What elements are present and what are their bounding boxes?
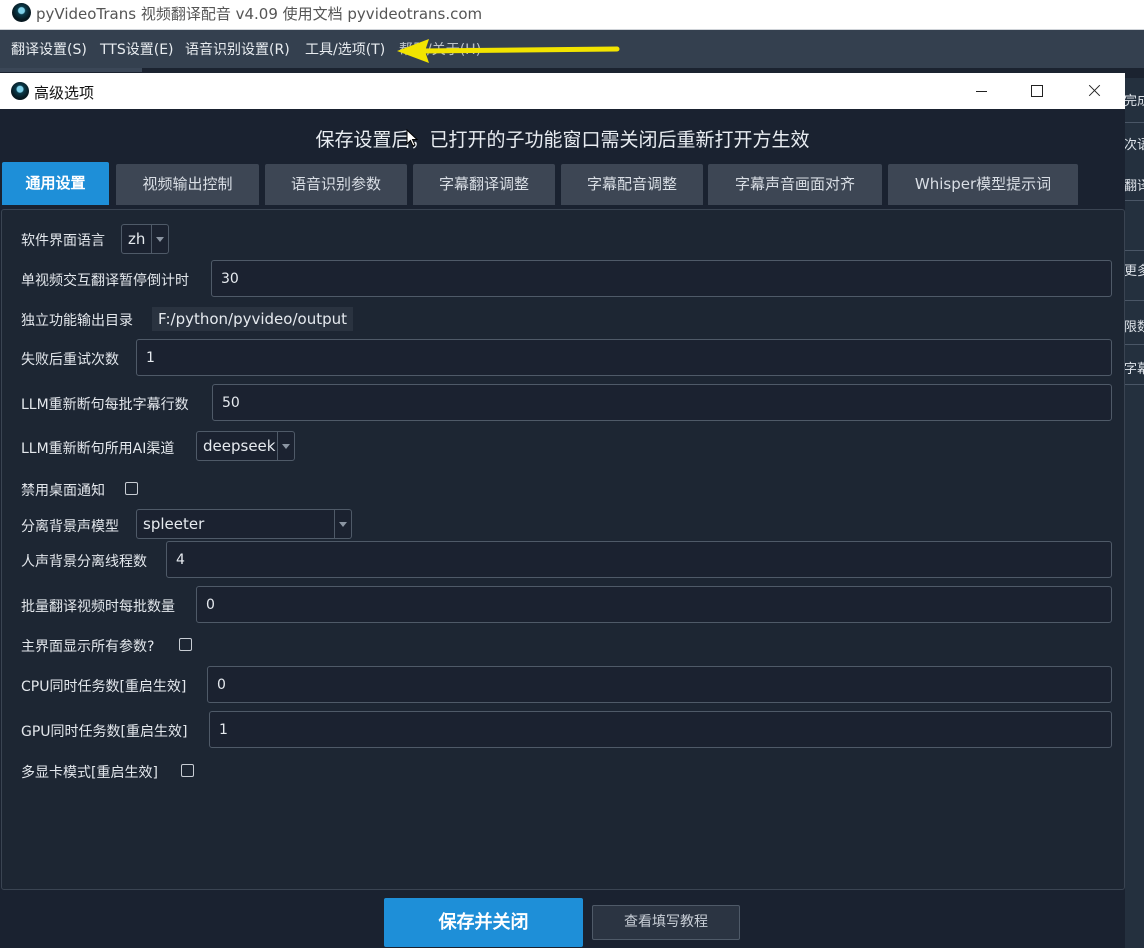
llm-batch-label: LLM重新断句每批字幕行数 (21, 397, 189, 413)
tab-whisper-prompt[interactable]: Whisper模型提示词 (888, 164, 1078, 205)
save-and-close-button[interactable]: 保存并关闭 (384, 898, 583, 947)
llm-channel-label: LLM重新断句所用AI渠道 (21, 441, 175, 457)
dialog-titlebar: 高级选项 (0, 73, 1125, 109)
main-window-right-edge: 完成 次语 翻译 更多 限数 字幕 (1122, 78, 1144, 948)
separation-threads-input[interactable]: 4 (166, 541, 1112, 578)
menu-tts-settings[interactable]: TTS设置(E) (100, 39, 174, 59)
tab-asr-params[interactable]: 语音识别参数 (265, 164, 407, 205)
tab-av-alignment[interactable]: 字幕声音画面对齐 (708, 164, 882, 205)
gpu-tasks-input[interactable]: 1 (209, 711, 1112, 748)
tab-video-output[interactable]: 视频输出控制 (116, 164, 259, 205)
menu-translation-settings[interactable]: 翻译设置(S) (11, 39, 87, 59)
retry-input[interactable]: 1 (136, 339, 1112, 376)
separation-threads-row: 人声背景分离线程数 4 (21, 541, 1112, 578)
retry-row: 失败后重试次数 1 (21, 339, 1112, 376)
dialog-title: 高级选项 (34, 84, 95, 102)
countdown-row: 单视频交互翻译暂停倒计时 30 (21, 260, 1112, 297)
cpu-tasks-label: CPU同时任务数[重启生效] (21, 679, 187, 695)
tab-general[interactable]: 通用设置 (2, 162, 109, 205)
disable-notify-checkbox[interactable] (125, 482, 138, 495)
countdown-input[interactable]: 30 (211, 260, 1112, 297)
ui-language-label: 软件界面语言 (21, 233, 105, 249)
minimize-icon[interactable] (952, 73, 1010, 109)
main-window-title: pyVideoTrans 视频翻译配音 v4.09 使用文档 pyvideotr… (36, 5, 483, 23)
mouse-cursor-icon (406, 129, 418, 147)
menu-tools-options[interactable]: 工具/选项(T) (305, 39, 385, 59)
multi-gpu-checkbox[interactable] (181, 764, 194, 777)
output-dir-label: 独立功能输出目录 (21, 313, 133, 329)
restart-notice: 保存设置后，已打开的子功能窗口需关闭后重新打开方生效 (315, 129, 810, 151)
separation-model-label: 分离背景声模型 (21, 519, 119, 535)
advanced-options-dialog: 高级选项 保存设置后，已打开的子功能窗口需关闭后重新打开方生效 通用设置 视频输… (0, 73, 1125, 948)
app-logo-icon (12, 3, 31, 22)
main-menubar: 翻译设置(S) TTS设置(E) 语音识别设置(R) 工具/选项(T) 帮助/关… (0, 30, 1144, 68)
show-all-params-checkbox[interactable] (179, 638, 192, 651)
chevron-down-icon (334, 510, 351, 538)
separation-model-select[interactable]: spleeter (136, 509, 352, 539)
gpu-tasks-label: GPU同时任务数[重启生效] (21, 724, 188, 740)
gpu-tasks-row: GPU同时任务数[重启生效] 1 (21, 711, 1112, 748)
batch-count-label: 批量翻译视频时每批数量 (21, 599, 175, 615)
right-fragment: 字幕 (1124, 362, 1144, 377)
view-tutorial-button[interactable]: 查看填写教程 (592, 905, 740, 940)
batch-count-input[interactable]: 0 (196, 586, 1112, 623)
menu-help-about[interactable]: 帮助/关于(H) (399, 39, 481, 59)
menu-asr-settings[interactable]: 语音识别设置(R) (185, 39, 290, 59)
right-fragment: 限数 (1124, 320, 1144, 335)
close-icon[interactable] (1066, 73, 1124, 109)
llm-batch-row: LLM重新断句每批字幕行数 50 (21, 384, 1112, 421)
output-dir-path[interactable]: F:/python/pyvideo/output (152, 307, 353, 331)
tab-subtitle-translation[interactable]: 字幕翻译调整 (413, 164, 555, 205)
countdown-label: 单视频交互翻译暂停倒计时 (21, 273, 189, 289)
right-fragment: 翻译 (1124, 179, 1144, 194)
chevron-down-icon (277, 432, 294, 460)
cpu-tasks-row: CPU同时任务数[重启生效] 0 (21, 666, 1112, 703)
maximize-icon[interactable] (1008, 73, 1066, 109)
show-all-params-label: 主界面显示所有参数? (21, 639, 155, 655)
chevron-down-icon (151, 225, 168, 253)
multi-gpu-label: 多显卡模式[重启生效] (21, 765, 158, 781)
right-fragment: 更多 (1124, 264, 1144, 279)
llm-channel-value: deepseek (203, 437, 276, 455)
ui-language-select[interactable]: zh (121, 224, 169, 254)
app-logo-icon (11, 82, 29, 100)
tab-subtitle-dubbing[interactable]: 字幕配音调整 (561, 164, 703, 205)
separation-model-value: spleeter (143, 515, 205, 533)
ui-language-value: zh (128, 230, 146, 248)
separation-threads-label: 人声背景分离线程数 (21, 554, 147, 570)
batch-count-row: 批量翻译视频时每批数量 0 (21, 586, 1112, 623)
right-fragment: 次语 (1124, 138, 1144, 153)
llm-batch-input[interactable]: 50 (212, 384, 1112, 421)
right-fragment: 完成 (1124, 94, 1144, 109)
main-window-titlebar: pyVideoTrans 视频翻译配音 v4.09 使用文档 pyvideotr… (0, 0, 1144, 30)
llm-channel-select[interactable]: deepseek (196, 431, 295, 461)
disable-notify-label: 禁用桌面通知 (21, 483, 105, 499)
cpu-tasks-input[interactable]: 0 (207, 666, 1112, 703)
general-settings-panel: 软件界面语言 zh 单视频交互翻译暂停倒计时 30 独立功能输出目录 F:/py… (1, 209, 1125, 890)
retry-label: 失败后重试次数 (21, 352, 119, 368)
